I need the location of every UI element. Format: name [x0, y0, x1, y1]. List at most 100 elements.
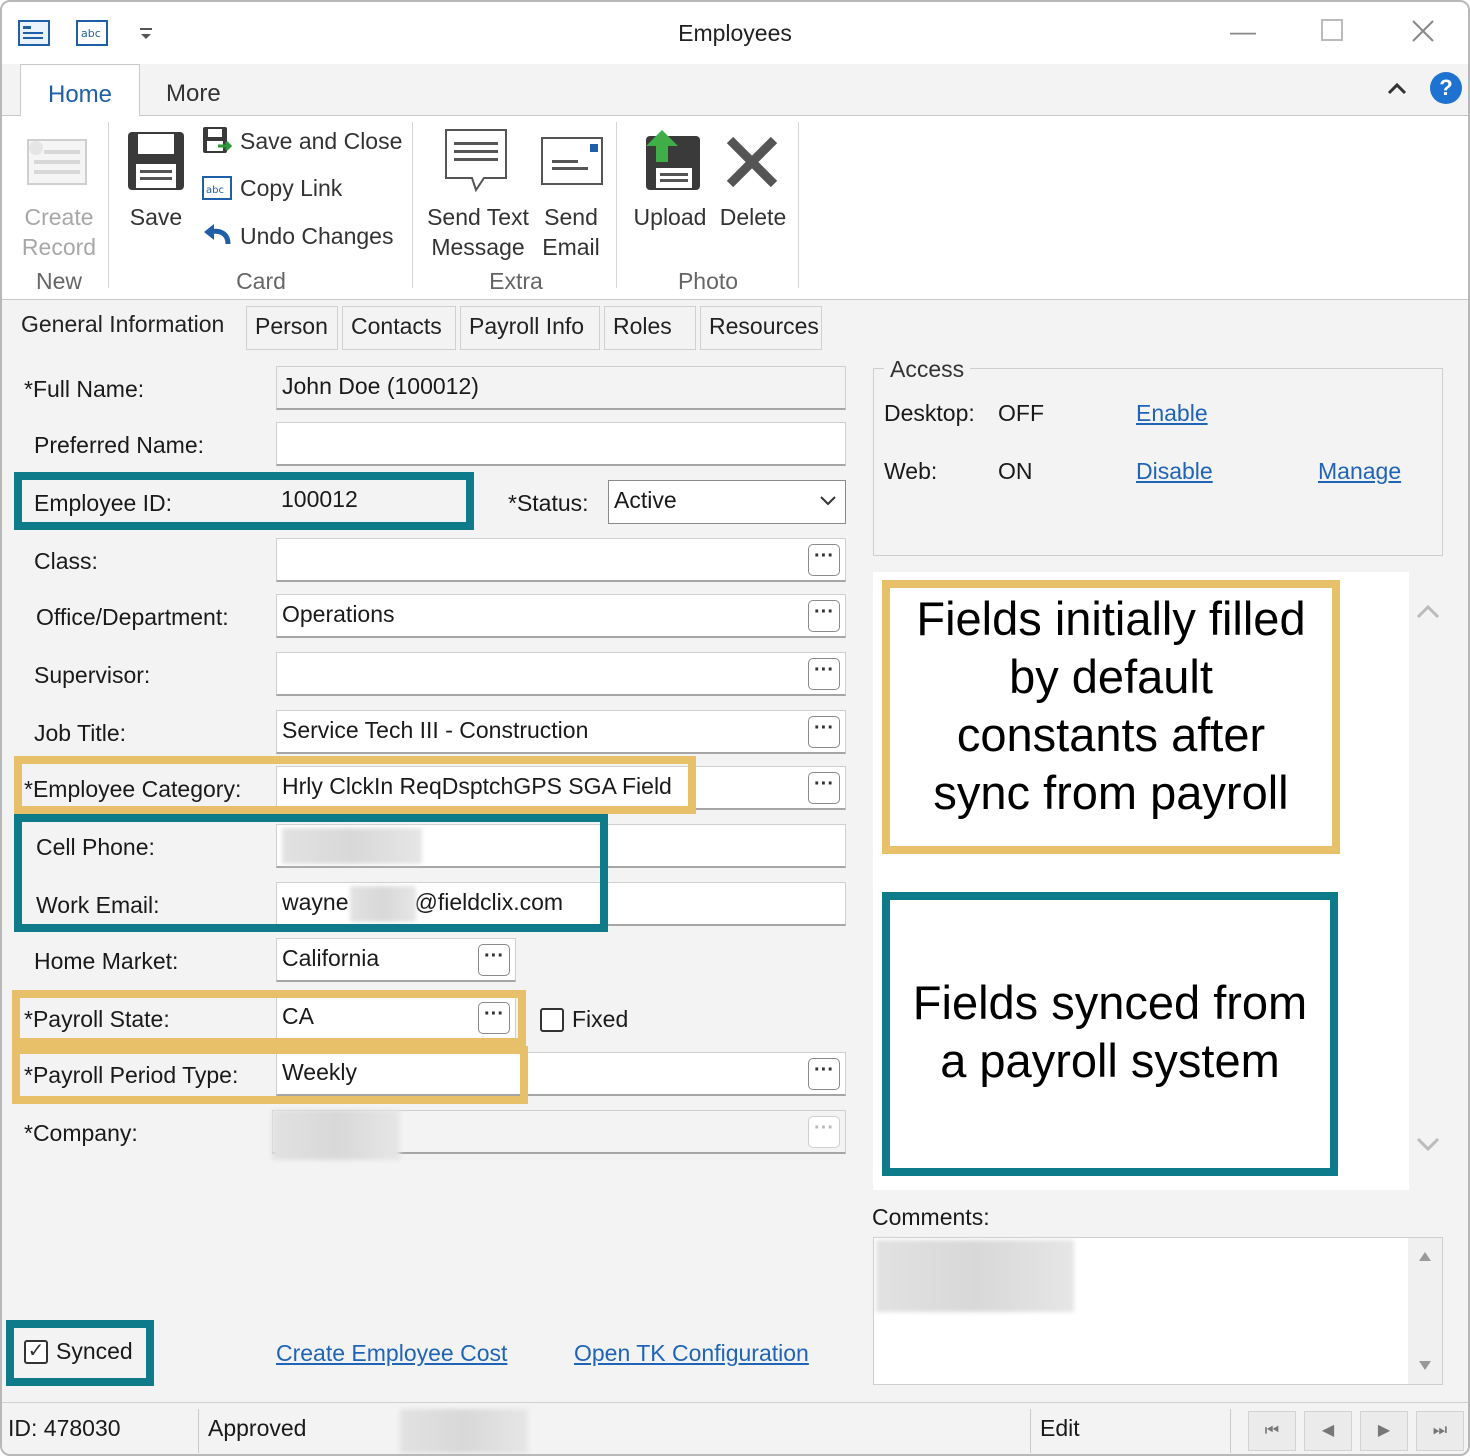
job-title-label: Job Title: — [34, 720, 127, 746]
last-record-icon[interactable]: ⏭ — [1416, 1411, 1464, 1451]
maximize-icon[interactable] — [1320, 18, 1344, 49]
legend-synced-text: Fields synced from a payroll system — [890, 974, 1330, 1090]
status-separator — [198, 1409, 199, 1453]
redacted-company — [272, 1110, 400, 1160]
delete-photo-button[interactable]: Delete — [716, 202, 790, 232]
full-name-label: *Full Name: — [24, 376, 145, 402]
ribbon: Create Record New Save Save and Close ab… — [2, 116, 1468, 300]
preferred-name-field[interactable] — [276, 422, 846, 466]
help-icon[interactable]: ? — [1430, 72, 1462, 104]
status-separator — [1030, 1409, 1031, 1453]
create-record-button[interactable]: Create Record — [16, 202, 102, 262]
first-record-icon[interactable]: ⏮ — [1248, 1411, 1296, 1451]
job-title-field[interactable]: Service Tech III - Construction — [276, 710, 846, 754]
group-label-photo: Photo — [677, 268, 739, 294]
create-record-label-1: Create — [24, 204, 94, 230]
collapse-ribbon-icon[interactable] — [1386, 78, 1408, 105]
tab-contacts[interactable]: Contacts — [342, 306, 456, 350]
send-text-message-button[interactable]: Send Text Message — [424, 202, 532, 262]
tab-general-information[interactable]: General Information — [12, 306, 246, 350]
record-mode: Edit — [1040, 1415, 1080, 1441]
send-email-button[interactable]: Send Email — [536, 202, 606, 262]
send-text-label-1: Send Text — [427, 204, 529, 230]
save-and-close-label: Save and Close — [240, 127, 403, 154]
full-name-field[interactable]: John Doe (100012) — [276, 366, 846, 410]
previous-record-icon[interactable]: ◀ — [1304, 1411, 1352, 1451]
fixed-checkbox[interactable] — [540, 1008, 564, 1032]
office-department-field[interactable]: Operations — [276, 594, 846, 638]
tab-payroll-info[interactable]: Payroll Info — [460, 306, 600, 350]
supervisor-label: Supervisor: — [34, 662, 151, 688]
scroll-down-icon[interactable] — [1416, 1136, 1440, 1159]
employees-window: abc Employees — Home More ? Create Recor… — [0, 0, 1470, 1456]
scroll-down-arrow-icon[interactable] — [1418, 1360, 1432, 1372]
create-record-label-2: Record — [21, 234, 97, 260]
comments-textarea[interactable] — [873, 1237, 1443, 1385]
legend-synced-line-1: Fields synced from — [912, 976, 1308, 1029]
copy-link-button[interactable]: abc Copy Link — [202, 174, 342, 202]
tab-resources[interactable]: Resources — [700, 306, 822, 350]
scroll-up-arrow-icon[interactable] — [1418, 1250, 1432, 1262]
payroll-period-lookup-button[interactable]: ··· — [808, 1058, 840, 1090]
save-and-close-button[interactable]: Save and Close — [202, 126, 402, 156]
tab-person[interactable]: Person — [246, 306, 338, 350]
send-email-icon — [540, 136, 604, 193]
delete-x-icon — [724, 134, 780, 195]
status-select[interactable]: Active — [608, 480, 846, 524]
job-title-lookup-button[interactable]: ··· — [808, 716, 840, 748]
group-label-new: New — [35, 268, 82, 294]
send-text-icon — [444, 128, 510, 199]
chevron-down-icon — [820, 496, 836, 506]
undo-changes-button[interactable]: Undo Changes — [202, 222, 393, 250]
tab-home[interactable]: Home — [20, 64, 140, 117]
copy-link-icon: abc — [202, 176, 232, 200]
web-value: ON — [998, 458, 1033, 484]
redacted-comments — [876, 1240, 1074, 1312]
default-highlight-payroll-state — [12, 990, 526, 1046]
upload-icon — [638, 128, 704, 197]
desktop-label: Desktop: — [884, 400, 975, 426]
group-label-extra: Extra — [489, 268, 543, 294]
record-state: Approved — [208, 1415, 307, 1441]
disable-web-link[interactable]: Disable — [1136, 458, 1213, 485]
save-close-icon — [203, 127, 232, 153]
upload-photo-button[interactable]: Upload — [628, 202, 712, 232]
access-title: Access — [884, 356, 971, 383]
comments-scrollbar[interactable] — [1408, 1238, 1442, 1384]
save-button[interactable]: Save — [120, 202, 192, 232]
tab-roles[interactable]: Roles — [604, 306, 696, 350]
office-lookup-button[interactable]: ··· — [808, 600, 840, 632]
home-market-label: Home Market: — [34, 948, 179, 974]
home-market-lookup-button[interactable]: ··· — [478, 944, 510, 976]
legend-default-line-4: sync from payroll — [933, 766, 1289, 819]
scroll-up-icon[interactable] — [1416, 602, 1440, 625]
next-record-icon[interactable]: ▶ — [1360, 1411, 1408, 1451]
create-employee-cost-link[interactable]: Create Employee Cost — [276, 1340, 507, 1367]
minimize-icon[interactable]: — — [1230, 16, 1256, 47]
preferred-name-label: Preferred Name: — [34, 432, 205, 458]
class-lookup-button[interactable]: ··· — [808, 544, 840, 576]
open-tk-configuration-link[interactable]: Open TK Configuration — [574, 1340, 809, 1367]
record-id: ID: 478030 — [8, 1415, 121, 1441]
status-value: Active — [614, 487, 677, 513]
class-field[interactable] — [276, 538, 846, 582]
group-label-card: Card — [236, 268, 286, 294]
desktop-value: OFF — [998, 400, 1044, 426]
supervisor-field[interactable] — [276, 652, 846, 696]
legend-default-text: Fields initially filled by default const… — [890, 590, 1332, 822]
class-label: Class: — [34, 548, 98, 574]
supervisor-lookup-button[interactable]: ··· — [808, 658, 840, 690]
tab-more[interactable]: More — [166, 64, 221, 116]
send-email-label-1: Send — [544, 204, 598, 230]
status-separator — [1230, 1409, 1231, 1453]
status-label: *Status: — [508, 490, 589, 516]
enable-desktop-link[interactable]: Enable — [1136, 400, 1208, 427]
undo-changes-label: Undo Changes — [240, 222, 394, 249]
web-label: Web: — [884, 458, 938, 484]
close-icon[interactable] — [1410, 18, 1436, 51]
manage-access-link[interactable]: Manage — [1318, 458, 1401, 485]
synced-highlight-checkbox — [6, 1320, 154, 1386]
send-email-label-2: Email — [542, 234, 600, 260]
undo-icon — [204, 224, 231, 245]
employee-category-lookup-button[interactable]: ··· — [808, 772, 840, 804]
